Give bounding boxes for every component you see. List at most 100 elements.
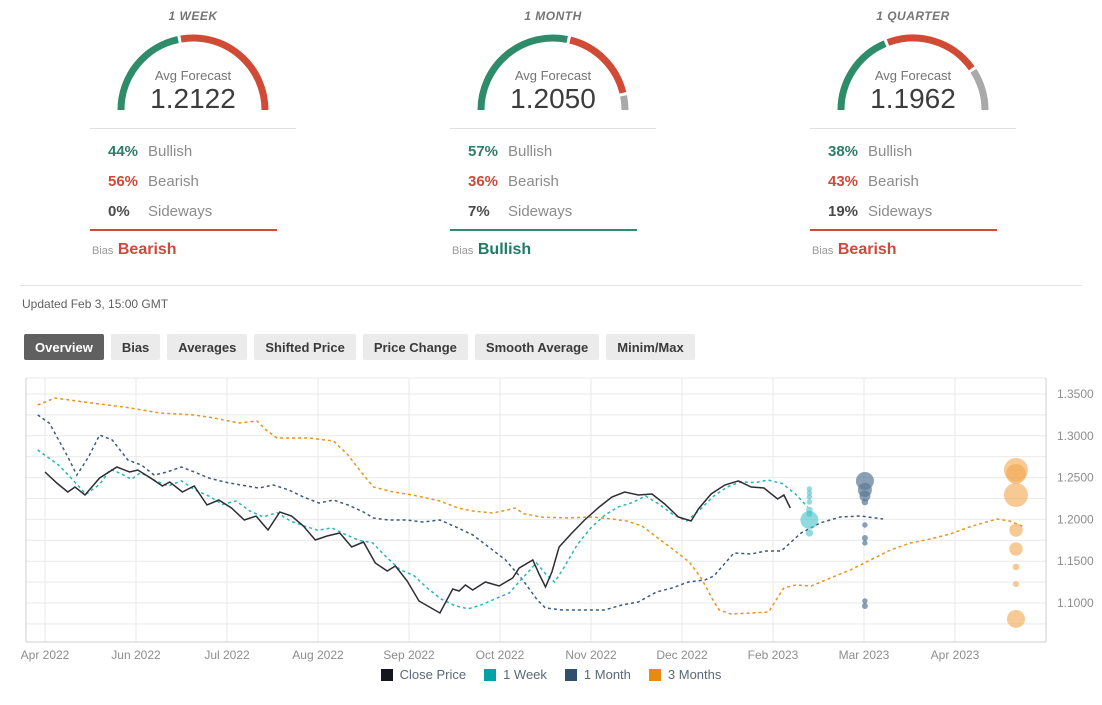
bias-label: Bias <box>452 245 473 257</box>
bullish-row: 57%Bullish <box>468 143 552 163</box>
divider <box>450 128 656 129</box>
x-axis-label: Jun 2022 <box>111 648 161 662</box>
3-months-forecast-bubble <box>1004 483 1028 507</box>
1-week-forecast-bubble <box>807 494 812 499</box>
forecast-panel-1-quarter: 1 QUARTER Avg Forecast 1.1962 38%Bullish… <box>810 0 1016 270</box>
3-months-line <box>38 398 1024 614</box>
forecast-panel-1-month: 1 MONTH Avg Forecast 1.2050 57%Bullish 3… <box>450 0 656 270</box>
bullish-pct: 38% <box>828 143 868 160</box>
sideways-pct: 19% <box>828 203 868 220</box>
bullish-row: 38%Bullish <box>828 143 912 163</box>
x-axis-label: Feb 2023 <box>748 648 799 662</box>
x-axis-label: Jul 2022 <box>204 648 250 662</box>
chart-legend: Close Price 1 Week 1 Month 3 Months <box>0 667 1102 682</box>
panel-title: 1 MONTH <box>450 9 656 23</box>
bearish-row: 36%Bearish <box>468 173 559 193</box>
avg-forecast-value: 1.2122 <box>90 83 296 115</box>
3-months-forecast-bubble <box>1006 464 1026 484</box>
bias-label: Bias <box>92 245 113 257</box>
avg-forecast-value: 1.1962 <box>810 83 1016 115</box>
legend-item-1-month[interactable]: 1 Month <box>565 667 631 682</box>
sideways-pct: 7% <box>468 203 508 220</box>
y-axis-label: 1.3000 <box>1057 429 1094 443</box>
1-week-forecast-bubble <box>800 511 818 529</box>
bullish-label: Bullish <box>868 143 912 160</box>
tab-smooth-average[interactable]: Smooth Average <box>475 334 599 360</box>
bias-value: Bearish <box>838 241 897 258</box>
x-axis-label: Aug 2022 <box>292 648 344 662</box>
x-axis-label: Apr 2023 <box>931 648 980 662</box>
sideways-row: 0%Sideways <box>108 203 212 223</box>
bias-underline <box>810 229 997 231</box>
sideways-pct: 0% <box>108 203 148 220</box>
y-axis-label: 1.2500 <box>1057 471 1094 485</box>
bearish-label: Bearish <box>148 173 199 190</box>
3-months-forecast-bubble <box>1009 542 1022 555</box>
one-month-swatch <box>565 669 577 681</box>
legend-item-1-week[interactable]: 1 Week <box>484 667 547 682</box>
bearish-pct: 43% <box>828 173 868 190</box>
y-axis-label: 1.1000 <box>1057 596 1094 610</box>
y-axis-label: 1.3500 <box>1057 387 1094 401</box>
one-week-swatch <box>484 669 496 681</box>
panel-title: 1 QUARTER <box>810 9 1016 23</box>
tab-bias[interactable]: Bias <box>111 334 160 360</box>
divider <box>810 128 1016 129</box>
1-month-forecast-bubble <box>862 540 867 545</box>
sideways-label: Sideways <box>148 203 212 220</box>
tab-minim-max[interactable]: Minim/Max <box>606 334 694 360</box>
bearish-row: 56%Bearish <box>108 173 199 193</box>
tab-price-change[interactable]: Price Change <box>363 334 468 360</box>
bullish-label: Bullish <box>148 143 192 160</box>
3-months-forecast-bubble <box>1007 610 1025 628</box>
tab-overview[interactable]: Overview <box>24 334 104 360</box>
bias-underline <box>450 229 637 231</box>
updated-timestamp: Updated Feb 3, 15:00 GMT <box>22 297 168 311</box>
bullish-label: Bullish <box>508 143 552 160</box>
legend-label: 3 Months <box>668 667 721 682</box>
bias-row: Bias Bullish <box>452 241 531 259</box>
avg-forecast-label: Avg Forecast <box>810 68 1016 83</box>
bearish-pct: 36% <box>468 173 508 190</box>
y-axis-label: 1.1500 <box>1057 554 1094 568</box>
legend-item-close-price[interactable]: Close Price <box>381 667 466 682</box>
x-axis-label: Apr 2022 <box>21 648 70 662</box>
sideways-label: Sideways <box>868 203 932 220</box>
x-axis-label: Sep 2022 <box>383 648 435 662</box>
legend-label: 1 Month <box>584 667 631 682</box>
sideways-row: 19%Sideways <box>828 203 932 223</box>
bias-row: Bias Bearish <box>812 241 897 259</box>
bullish-pct: 57% <box>468 143 508 160</box>
close-price-swatch <box>381 669 393 681</box>
sideways-label: Sideways <box>508 203 572 220</box>
bearish-row: 43%Bearish <box>828 173 919 193</box>
1-month-forecast-bubble <box>862 603 868 609</box>
chart-tabbar: Overview Bias Averages Shifted Price Pri… <box>24 334 695 360</box>
legend-label: 1 Week <box>503 667 547 682</box>
1-month-forecast-bubble <box>862 535 868 541</box>
avg-forecast-value: 1.2050 <box>450 83 656 115</box>
x-axis-label: Mar 2023 <box>839 648 890 662</box>
bias-label: Bias <box>812 245 833 257</box>
3-months-forecast-bubble <box>1013 581 1019 587</box>
panel-title: 1 WEEK <box>90 9 296 23</box>
bias-row: Bias Bearish <box>92 241 177 259</box>
divider <box>20 285 1082 286</box>
avg-forecast-label: Avg Forecast <box>450 68 656 83</box>
1-month-forecast-bubble <box>862 522 867 527</box>
legend-item-3-months[interactable]: 3 Months <box>649 667 721 682</box>
bearish-pct: 56% <box>108 173 148 190</box>
bearish-label: Bearish <box>508 173 559 190</box>
three-months-swatch <box>649 669 661 681</box>
tab-averages[interactable]: Averages <box>167 334 247 360</box>
x-axis-label: Dec 2022 <box>656 648 708 662</box>
bearish-label: Bearish <box>868 173 919 190</box>
forecast-chart: Apr 2022 Jun 2022 Jul 2022 Aug 2022 Sep 2022… <box>0 372 1102 670</box>
bias-value: Bearish <box>118 241 177 258</box>
tab-shifted-price[interactable]: Shifted Price <box>254 334 355 360</box>
bias-value: Bullish <box>478 241 531 258</box>
1-month-forecast-bubble <box>862 598 867 603</box>
divider <box>90 128 296 129</box>
sideways-row: 7%Sideways <box>468 203 572 223</box>
bias-underline <box>90 229 277 231</box>
